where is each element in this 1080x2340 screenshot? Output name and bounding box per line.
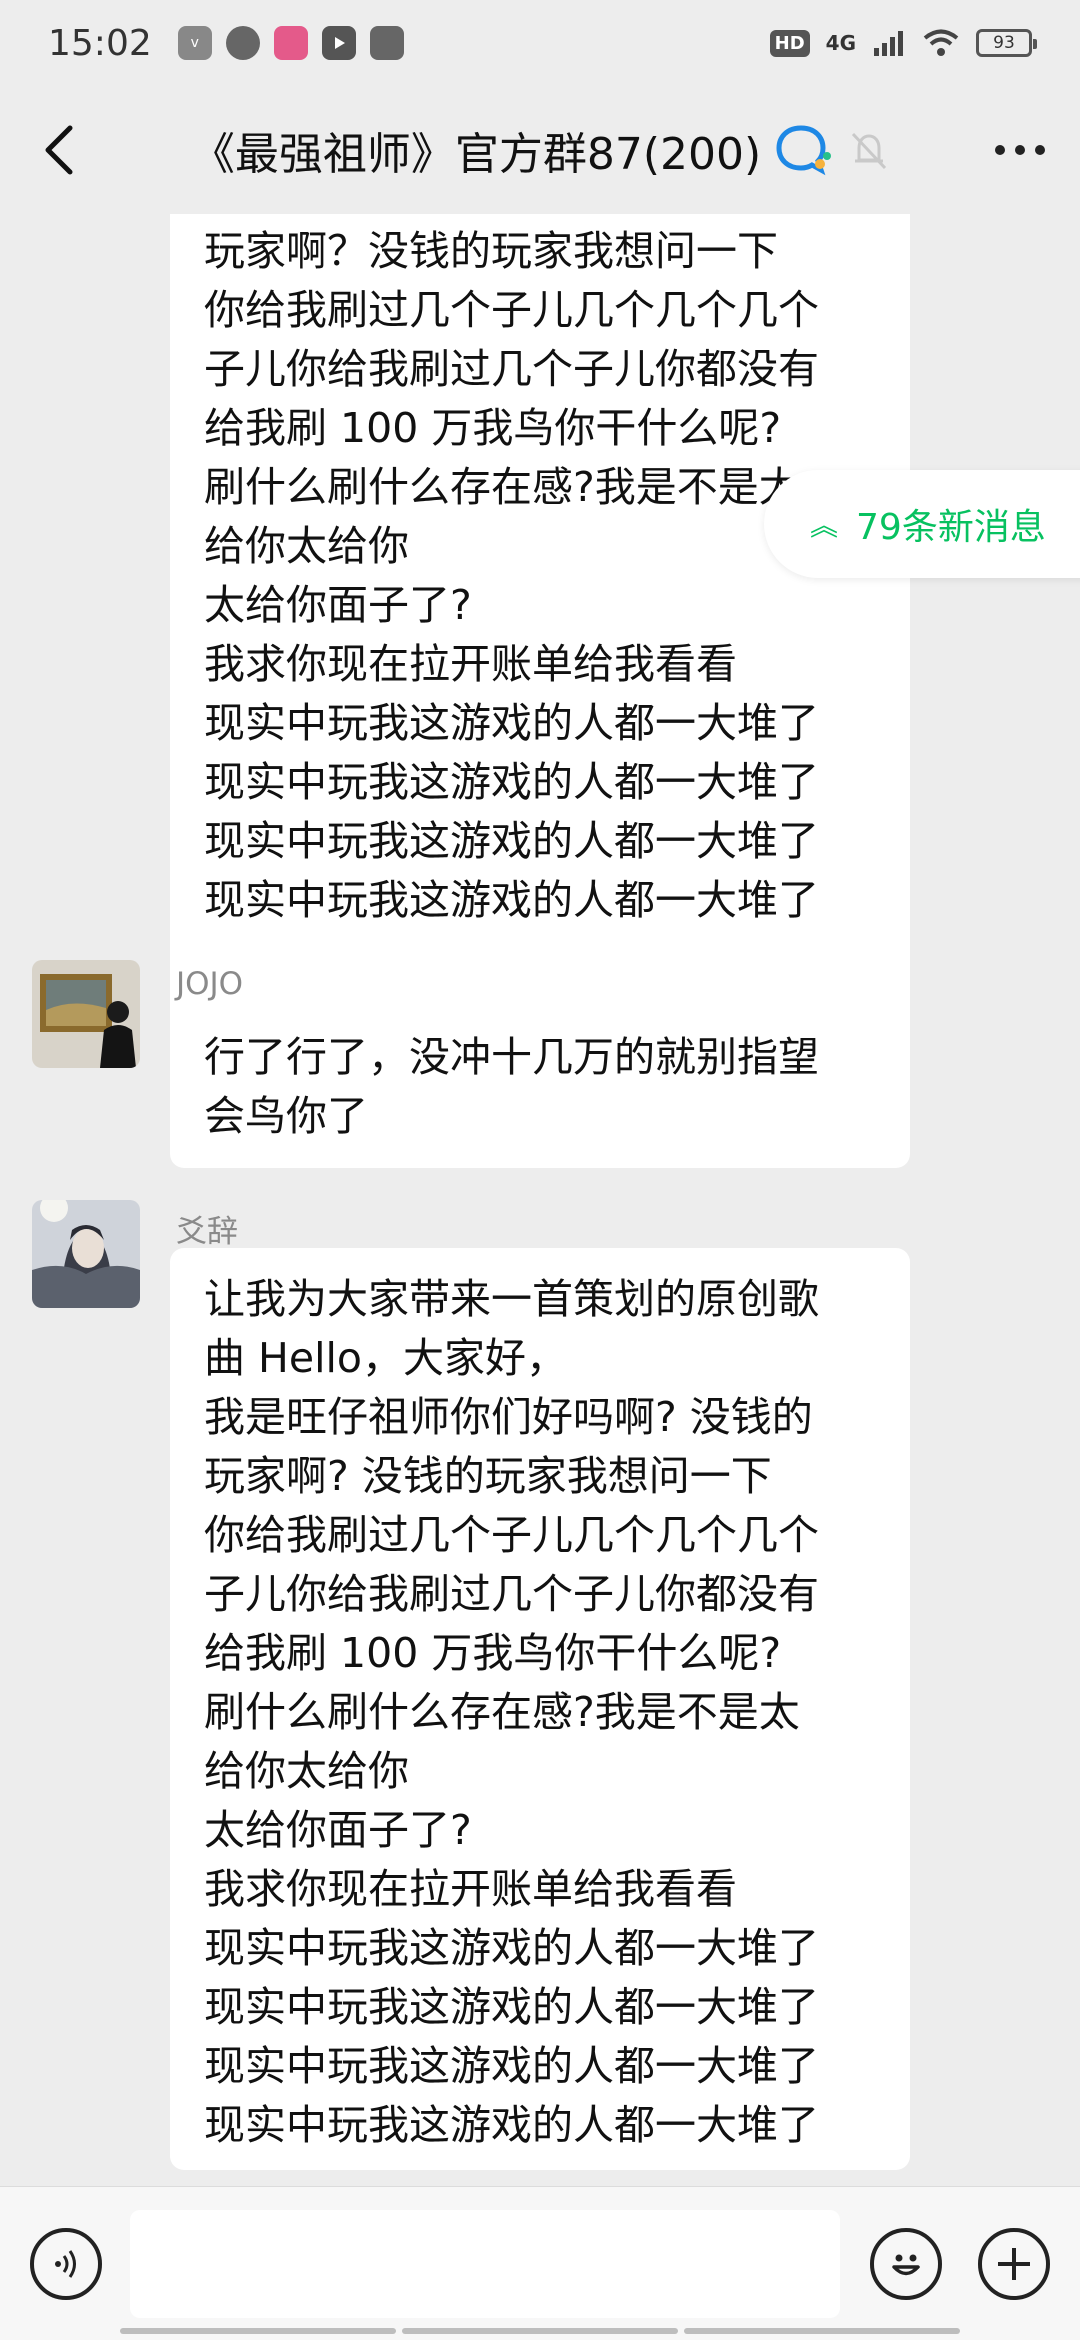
status-time: 15:02 [48, 22, 152, 64]
back-button[interactable] [0, 86, 120, 214]
avatar[interactable] [32, 1200, 140, 1308]
home-indicator [120, 2328, 960, 2334]
more-dots-icon [995, 145, 1045, 155]
emoji-icon [892, 2254, 920, 2275]
avatar[interactable] [32, 960, 140, 1068]
vivo-app-icon: v [177, 26, 212, 60]
back-arrow-icon [45, 125, 73, 175]
plus-icon [998, 2247, 1030, 2280]
app-notification-icon [273, 26, 308, 60]
message-bubble[interactable]: 行了行了，没冲十几万的就别指望 会鸟你了 [170, 1006, 910, 1168]
more-button[interactable] [960, 86, 1080, 214]
mute-bell-icon [852, 132, 887, 170]
voice-icon [55, 2249, 76, 2278]
hd-badge: HD [769, 29, 810, 57]
signal-bars-icon [874, 31, 903, 56]
chat-group-icon [776, 125, 832, 176]
message-input[interactable] [130, 2209, 840, 2318]
message-bubble[interactable]: 玩家啊？没钱的玩家我想问一下 你给我刷过几个子儿几个几个几个 子儿你给我刷过几个… [170, 214, 910, 1144]
message-bubble[interactable]: 让我为大家带来一首策划的原创歌 曲 Hello，大家好， 我是旺仔祖师你们好吗啊… [170, 1248, 910, 2170]
voice-button[interactable] [30, 2227, 102, 2300]
network-signal: 4G [825, 31, 856, 55]
status-bar: 15:02 v HD 4G 93 [0, 0, 1080, 86]
chat-header: 《最强祖师》官方群87(200) [0, 86, 1080, 214]
message-icon [225, 26, 260, 60]
sender-name: 爻辞 [176, 1214, 238, 1250]
emoji-button[interactable] [870, 2227, 942, 2300]
new-messages-button[interactable]: ︽ 79条新消息 [764, 470, 1080, 578]
wifi-icon [923, 29, 959, 56]
input-bar [0, 2186, 1080, 2340]
video-play-icon [321, 26, 356, 60]
double-chevron-up-icon: ︽ [810, 509, 839, 542]
battery-indicator: 93 [976, 29, 1037, 57]
wechat-icon [369, 26, 404, 60]
page-title: 《最强祖师》官方群87(200) [190, 129, 762, 180]
new-messages-label: 79条新消息 [856, 507, 1046, 548]
more-actions-button[interactable] [978, 2227, 1050, 2300]
title-area[interactable]: 《最强祖师》官方群87(200) [120, 118, 960, 182]
chat-message-list[interactable]: 玩家啊？没钱的玩家我想问一下 你给我刷过几个子儿几个几个几个 子儿你给我刷过几个… [0, 214, 1080, 2186]
sender-name: JOJO [176, 966, 244, 1002]
